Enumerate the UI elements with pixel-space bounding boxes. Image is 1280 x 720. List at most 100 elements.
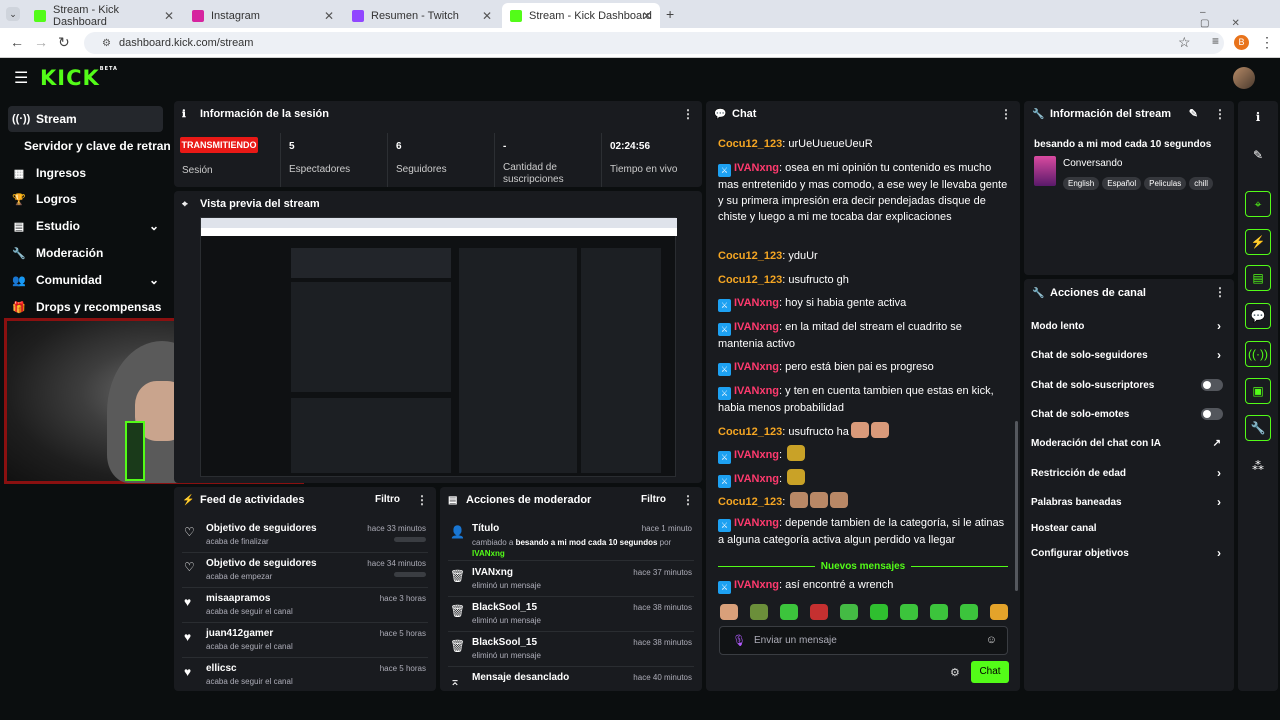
emote-quickbar	[718, 604, 1008, 620]
reload-icon[interactable]: ↻	[58, 34, 70, 51]
back-icon[interactable]: ←	[10, 34, 24, 50]
kick-logo[interactable]: KICKBETA	[40, 66, 118, 90]
feed-filter-button[interactable]: Filtro	[375, 494, 400, 505]
sidebar-item-logros[interactable]: 🏆 Logros	[8, 186, 163, 212]
list-item: ♡ Objetivo de seguidores acaba de finaliza…	[182, 519, 428, 553]
kebab-icon[interactable]: ⋮	[1214, 107, 1226, 121]
edit-pencil-icon[interactable]: ✎	[1245, 142, 1271, 168]
new-tab-icon[interactable]: +	[666, 6, 674, 22]
stream-title: besando a mi mod cada 10 segundos	[1034, 139, 1212, 150]
action-hostear-canal[interactable]: Hostear canal	[1031, 518, 1227, 538]
user-avatar[interactable]	[1233, 67, 1255, 89]
emote-icon[interactable]	[930, 604, 948, 620]
bookmark-star-icon[interactable]: ☆	[1178, 34, 1191, 51]
action-solo-seguidores[interactable]: Chat de solo-seguidores ›	[1031, 345, 1227, 365]
wrench-icon[interactable]: 🔧	[1245, 415, 1271, 441]
broadcast-icon[interactable]: ((·))	[1245, 341, 1271, 367]
emote-icon[interactable]	[870, 604, 888, 620]
emote-icon[interactable]	[750, 604, 768, 620]
chat-message: Cocu12_123: yduUr	[718, 250, 818, 262]
sidebar-item-server-key[interactable]: Servidor y clave de retransm	[24, 133, 170, 159]
url-field[interactable]: ⚙ dashboard.kick.com/stream	[84, 32, 1224, 54]
profile-avatar[interactable]: B	[1234, 35, 1249, 50]
chat-message: ⚔ IVANxng: depende tambien de la categorí…	[718, 517, 1005, 546]
close-icon[interactable]: ✕	[164, 9, 174, 23]
tab-search-icon[interactable]: ⌄	[6, 7, 20, 21]
browser-tab-2[interactable]: Instagram ✕	[184, 3, 342, 28]
stat-suscripciones: - Cantidad de suscripciones	[494, 133, 600, 187]
kebab-icon[interactable]: ⋮	[682, 493, 694, 507]
chat-input[interactable]: 🎙 Enviar un mensaje ☺	[719, 626, 1008, 655]
info-icon: ℹ	[182, 108, 186, 120]
browser-tab-1[interactable]: Stream - Kick Dashboard ✕	[26, 3, 182, 28]
moderator-badge-icon: ⚔	[718, 387, 731, 400]
hands-emote-icon	[787, 445, 806, 461]
site-info-icon[interactable]: ⚙	[102, 38, 111, 49]
chevron-right-icon: ›	[1217, 348, 1221, 362]
trash-icon: 🗑	[450, 569, 466, 583]
microphone-icon[interactable]: 🎙	[732, 634, 746, 647]
sidebar-item-comunidad[interactable]: 👥 Comunidad ⌄	[8, 267, 163, 293]
preview-target-icon[interactable]: ⌖	[1245, 191, 1271, 217]
sidebar-item-ingresos[interactable]: ▦ Ingresos	[8, 160, 163, 186]
emoji-picker-icon[interactable]: ☺	[986, 634, 997, 646]
session-label: Sesión	[182, 165, 213, 176]
chat-scrollbar[interactable]	[1015, 421, 1018, 591]
emote-icon[interactable]	[840, 604, 858, 620]
edit-pencil-icon[interactable]: ✎	[1189, 107, 1198, 120]
studio-icon: ▤	[13, 220, 25, 233]
sidebar-item-drops[interactable]: 🎁 Drops y recompensas	[8, 294, 163, 320]
info-icon[interactable]: ℹ	[1245, 104, 1271, 130]
action-restriccion-edad[interactable]: Restricción de edad ›	[1031, 463, 1227, 483]
emote-icon[interactable]	[780, 604, 798, 620]
kebab-icon[interactable]: ⋮	[682, 107, 694, 121]
document-icon[interactable]: ▤	[1245, 265, 1271, 291]
moderator-badge-icon: ⚔	[718, 363, 731, 376]
modactions-filter-button[interactable]: Filtro	[641, 494, 666, 505]
browser-tab-3[interactable]: Resumen - Twitch ✕	[344, 3, 500, 28]
chat-message: ⚔ IVANxng: osea en mi opinión tu contenid…	[718, 162, 1008, 223]
hamburger-menu-icon[interactable]: ☰	[14, 68, 28, 88]
preview-mini-info	[581, 248, 661, 473]
modactions-header: ▤ Acciones de moderador Filtro ⋮	[448, 493, 694, 507]
action-palabras-baneadas[interactable]: Palabras baneadas ›	[1031, 492, 1227, 512]
stream-preview-video[interactable]	[200, 217, 677, 477]
action-solo-emotes[interactable]: Chat de solo-emotes	[1031, 404, 1227, 424]
layout-shapes-icon[interactable]: ⁂	[1245, 453, 1271, 479]
address-bar-row: ← → ↻ ⚙ dashboard.kick.com/stream ☆ ≡ B …	[0, 28, 1280, 58]
emote-icon[interactable]	[960, 604, 978, 620]
emote-icon[interactable]	[720, 604, 738, 620]
sidebar-item-estudio[interactable]: ▤ Estudio ⌄	[8, 213, 163, 239]
preview-mini-feed	[291, 398, 451, 473]
chat-settings-gear-icon[interactable]: ⚙	[950, 666, 960, 679]
media-icon[interactable]: ≡	[1212, 34, 1219, 48]
menu-kebab-icon[interactable]: ⋮	[1260, 34, 1274, 51]
window-controls[interactable]: –▢✕	[1200, 7, 1280, 29]
action-moderacion-ia[interactable]: Moderación del chat con IA ↗	[1031, 433, 1227, 453]
close-icon[interactable]: ✕	[324, 9, 334, 23]
forward-icon[interactable]: →	[34, 34, 48, 50]
stream-info-icon[interactable]: ▣	[1245, 378, 1271, 404]
feed-header: ⚡ Feed de actividades Filtro ⋮	[182, 493, 428, 507]
toggle-switch[interactable]	[1201, 379, 1223, 391]
emote-icon[interactable]	[990, 604, 1008, 620]
sidebar-item-stream[interactable]: ((·)) Stream	[8, 106, 163, 132]
activity-feed-panel: ⚡ Feed de actividades Filtro ⋮ ♡ Objetivo de…	[174, 487, 436, 691]
chat-send-button[interactable]: Chat	[971, 661, 1009, 683]
lightning-icon[interactable]: ⚡	[1245, 229, 1271, 255]
heart-icon: ♥	[184, 595, 192, 609]
action-solo-suscriptores[interactable]: Chat de solo-suscriptores	[1031, 375, 1227, 395]
emote-icon[interactable]	[810, 604, 828, 620]
close-icon[interactable]: ✕	[482, 9, 492, 23]
action-configurar-objetivos[interactable]: Configurar objetivos ›	[1031, 543, 1227, 563]
close-icon[interactable]: ✕	[642, 9, 652, 23]
browser-tab-4[interactable]: Stream - Kick Dashboard ✕	[502, 3, 660, 28]
chat-bubble-icon[interactable]: 💬	[1245, 303, 1271, 329]
kebab-icon[interactable]: ⋮	[416, 493, 428, 507]
kebab-icon[interactable]: ⋮	[1000, 107, 1012, 121]
toggle-switch[interactable]	[1201, 408, 1223, 420]
action-modo-lento[interactable]: Modo lento ›	[1031, 316, 1227, 336]
sidebar-item-moderacion[interactable]: 🔧 Moderación	[8, 240, 163, 266]
emote-icon[interactable]	[900, 604, 918, 620]
kebab-icon[interactable]: ⋮	[1214, 285, 1226, 299]
